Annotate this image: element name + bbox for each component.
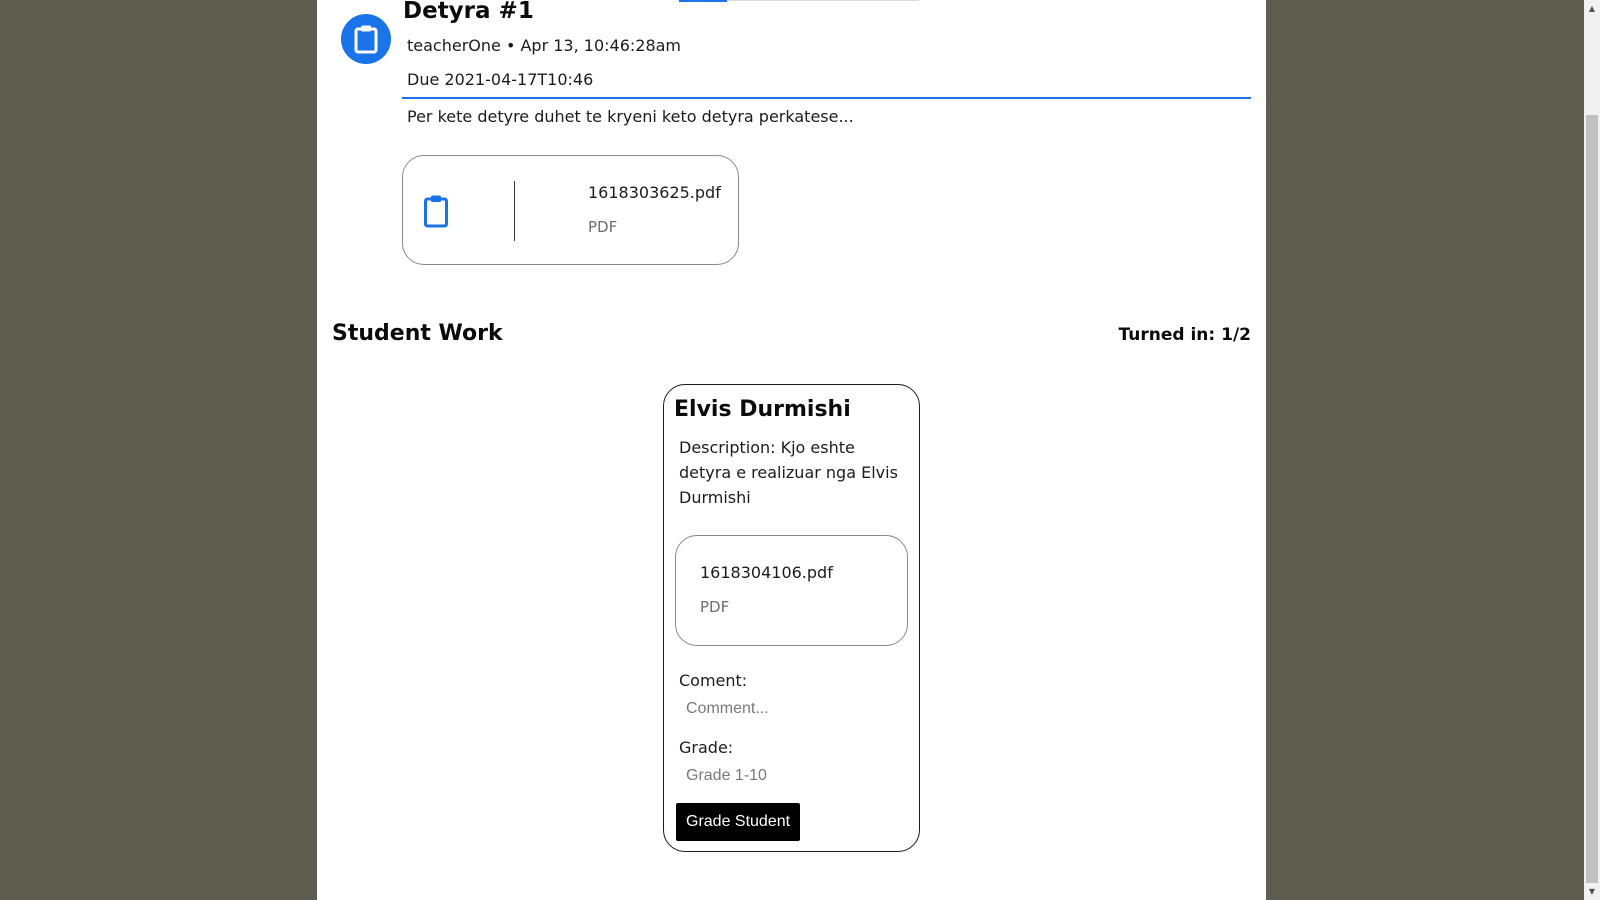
student-work-title: Student Work — [332, 321, 503, 346]
student-name: Elvis Durmishi — [674, 397, 851, 422]
turned-in-count: Turned in: 1/2 — [1118, 325, 1251, 345]
submission-file-name[interactable]: 1618304106.pdf — [700, 562, 833, 584]
attachment-separator — [514, 181, 515, 241]
scroll-down-arrow-icon[interactable]: ▼ — [1584, 883, 1600, 900]
assignment-divider — [402, 97, 1251, 99]
submission-file-type: PDF — [700, 598, 730, 616]
submission-attachment[interactable]: 1618304106.pdf PDF — [675, 535, 908, 646]
clipboard-icon — [424, 195, 448, 228]
assignment-description: Per kete detyre duhet te kryeni keto det… — [407, 107, 854, 126]
comment-input[interactable] — [678, 696, 894, 722]
page-scrollbar[interactable]: ▲ ▼ — [1584, 0, 1600, 900]
assignment-avatar — [341, 14, 391, 64]
assignment-title: Detyra #1 — [403, 0, 534, 24]
assignment-due-date: Due 2021-04-17T10:46 — [407, 70, 594, 89]
scroll-up-arrow-icon[interactable]: ▲ — [1584, 0, 1600, 17]
grade-label: Grade: — [679, 738, 734, 757]
assignment-meta: teacherOne • Apr 13, 10:46:28am — [407, 36, 682, 55]
comment-label: Coment: — [679, 671, 748, 690]
student-submission-card: Elvis Durmishi Description: Kjo eshte de… — [663, 384, 920, 852]
submission-description: Description: Kjo eshte detyra e realizua… — [679, 438, 898, 507]
assignment-attachment[interactable]: 1618303625.pdf PDF — [402, 155, 739, 265]
grade-student-button[interactable]: Grade Student — [676, 803, 801, 841]
attachment-file-name[interactable]: 1618303625.pdf — [588, 182, 721, 204]
scrollbar-thumb[interactable] — [1586, 115, 1598, 883]
clipboard-icon — [354, 25, 378, 54]
attachment-file-type: PDF — [588, 218, 618, 236]
assignment-page: Detyra #1 teacherOne • Apr 13, 10:46:28a… — [317, 0, 1266, 900]
grade-input[interactable] — [678, 763, 894, 789]
tab-underline-active — [679, 0, 727, 2]
